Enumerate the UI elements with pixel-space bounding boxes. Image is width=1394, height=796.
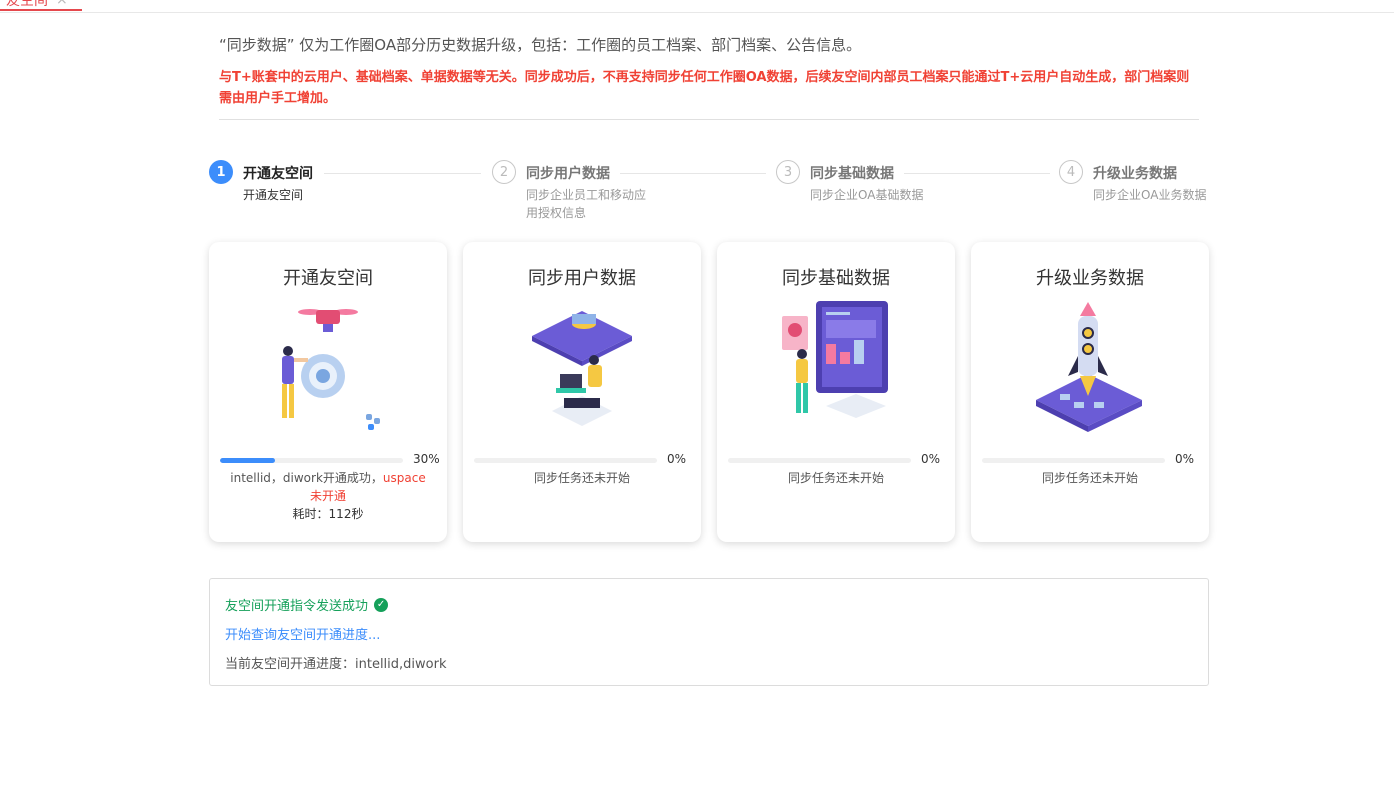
warning-text: 与T+账套中的云用户、基础档案、单据数据等无关。同步成功后，不再支持同步任何工作… (219, 70, 1190, 106)
card-title: 同步基础数据 (782, 268, 890, 289)
step-3-title: 同步基础数据 (810, 166, 894, 182)
rocket-illustration (1036, 302, 1142, 432)
intro-text: “同步数据” 仅为工作圈OA部分历史数据升级，包括：工作圈的员工档案、部门档案、… (219, 36, 862, 54)
elapsed-time: 耗时：112秒 (292, 507, 364, 521)
step-connector (324, 173, 481, 174)
status-prefix: intellid，diwork开通成功， (230, 471, 383, 485)
card-sync-basic: 同步基础数据 0% 同步任务还未开始 (717, 242, 955, 542)
card-status: 同步任务还未开始 (1041, 471, 1138, 485)
card-upgrade-business: 升级业务数据 0% 同步任务还未开始 (971, 242, 1209, 542)
log-success-text: 友空间开通指令发送成功 (225, 599, 369, 614)
drone-gear-illustration (282, 309, 380, 430)
step-connector (904, 173, 1050, 174)
step-2-number: 2 (492, 160, 516, 184)
progress-percent: 30% (413, 452, 440, 466)
progress-fill (220, 458, 275, 463)
card-title: 升级业务数据 (1036, 268, 1144, 289)
card-title: 开通友空间 (283, 268, 373, 289)
card-status: 同步任务还未开始 (533, 471, 630, 485)
check-circle-icon: ✓ (374, 597, 389, 612)
card-status: 同步任务还未开始 (787, 471, 884, 485)
log-progress: 当前友空间开通进度：intellid,diwork (225, 657, 447, 672)
tab-youkongjian[interactable]: 友空间 × (0, 0, 82, 11)
step-connector (620, 173, 766, 174)
divider (219, 119, 1199, 120)
progress-bar (474, 458, 657, 463)
log-query-link[interactable]: 开始查询友空间开通进度... (225, 624, 380, 643)
step-4-desc: 同步企业OA业务数据 (1093, 188, 1207, 202)
step-1-number: 1 (209, 160, 233, 184)
progress-bar (728, 458, 911, 463)
dashboard-illustration (782, 301, 888, 418)
log-panel: 友空间开通指令发送成功 ✓ 开始查询友空间开通进度... 当前友空间开通进度：i… (209, 578, 1209, 686)
sync-users-illustration (532, 311, 632, 426)
progress-bar (982, 458, 1165, 463)
card-title: 同步用户数据 (528, 268, 636, 289)
step-1-title: 开通友空间 (243, 166, 313, 182)
progress-percent: 0% (1175, 452, 1195, 466)
step-4-title: 升级业务数据 (1093, 166, 1177, 182)
step-2-title: 同步用户数据 (526, 166, 610, 182)
step-4-number: 4 (1059, 160, 1083, 184)
progress-percent: 0% (667, 452, 687, 466)
card-sync-users: 同步用户数据 0% 同步任务还未开始 (463, 242, 701, 542)
close-icon[interactable]: × (56, 0, 68, 8)
progress-bar (220, 458, 403, 463)
log-success: 友空间开通指令发送成功 ✓ (225, 595, 389, 614)
card-status: intellid，diwork开通成功，uspace未开通 (229, 469, 427, 505)
step-1-desc: 开通友空间 (243, 188, 304, 202)
card-open-space: 开通友空间 30% intellid，diwork开通成功，uspace未开通 … (209, 242, 447, 542)
step-2-desc: 同步企业员工和移动应用授权信息 (526, 188, 647, 220)
step-3-number: 3 (776, 160, 800, 184)
progress-percent: 0% (921, 452, 941, 466)
tab-bar: 友空间 × (0, 0, 1394, 13)
tab-label: 友空间 (6, 0, 48, 9)
step-3-desc: 同步企业OA基础数据 (810, 188, 924, 202)
